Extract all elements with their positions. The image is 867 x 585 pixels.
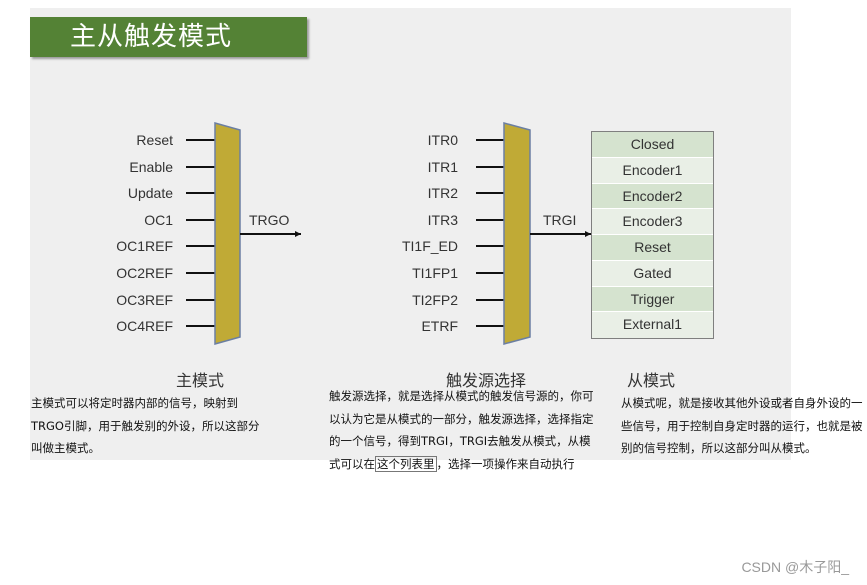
diagram-svg: [214, 122, 591, 345]
slave-mode-item: Reset: [592, 235, 713, 261]
trigger-description-tail: ，选择一项操作来自动执行: [436, 456, 575, 471]
slave-mode-item: Encoder2: [592, 183, 713, 210]
slave-mode-item: Closed: [592, 132, 713, 158]
master-description: 主模式可以将定时器内部的信号，映射到TRGO引脚，用于触发别的外设，所以这部分叫…: [31, 396, 260, 455]
trigger-description: 触发源选择，就是选择从模式的触发信号源的，你可以认为它是从模式的一部分，触发源选…: [329, 385, 599, 475]
watermark: CSDN @木子阳_: [741, 559, 849, 575]
slave-mode-list: Closed Encoder1 Encoder2 Encoder3 Reset Gated…: [591, 131, 714, 339]
slave-mode-item: Encoder1: [592, 157, 713, 184]
trigger-mux-trapezoid: [503, 122, 531, 345]
slave-mode-item: Encoder3: [592, 209, 713, 235]
master-mux-trapezoid: [214, 122, 241, 345]
slave-mode-item: External1: [592, 312, 713, 338]
slave-section-title: 从模式: [627, 371, 676, 390]
highlighted-phrase: 这个列表里: [375, 455, 437, 472]
master-section-title: 主模式: [176, 371, 225, 390]
trgi-label: TRGI: [543, 212, 577, 228]
slave-mode-item: Trigger: [592, 286, 713, 313]
slave-mode-item: Gated: [592, 260, 713, 287]
slave-description: 从模式呢，就是接收其他外设或者自身外设的一些信号，用于控制自身定时器的运行，也就…: [621, 396, 863, 455]
trgo-label: TRGO: [249, 212, 290, 228]
